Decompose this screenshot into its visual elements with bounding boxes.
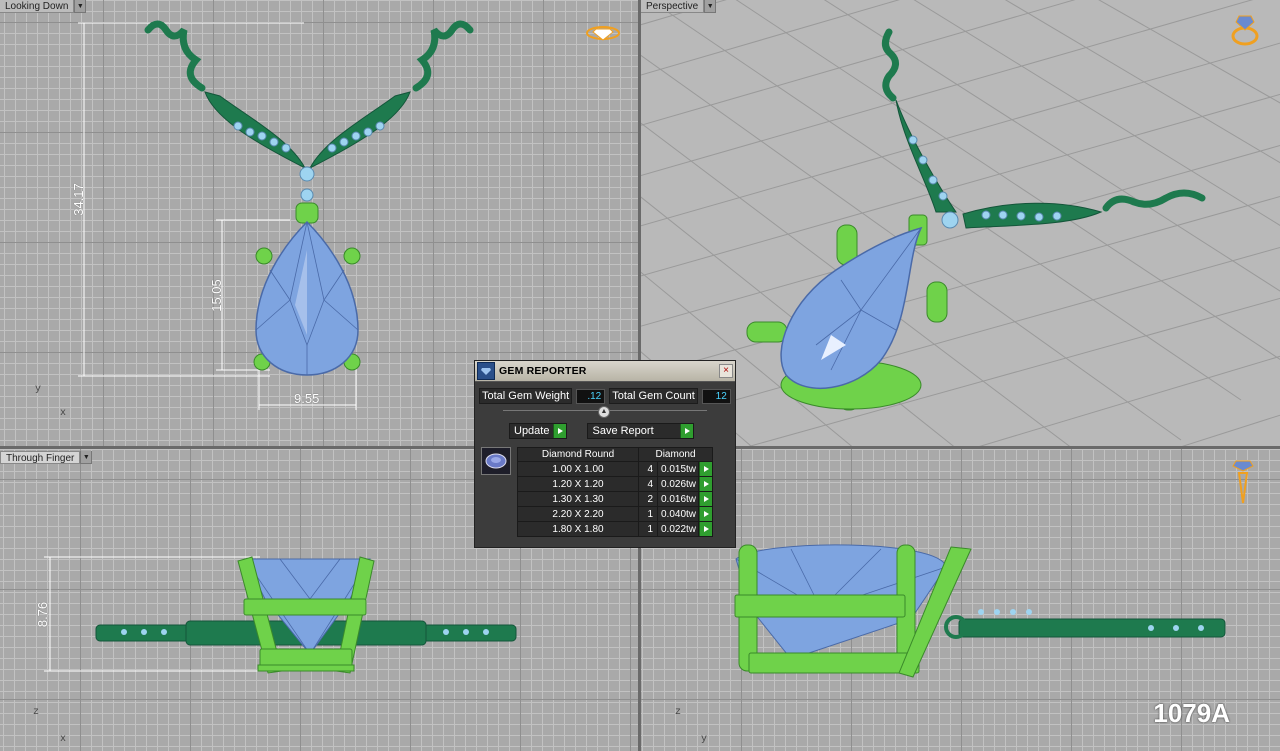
gem-count: 4 [638,476,658,492]
column-header-shape: Diamond Round [517,447,639,462]
total-gem-weight-value: .12 [576,388,606,404]
gem-weight: 0.026tw [657,476,699,492]
gem-count: 1 [638,506,658,522]
save-report-button-label: Save Report [592,425,654,437]
play-arrow-icon[interactable] [699,462,712,476]
play-arrow-icon[interactable] [699,492,712,506]
axis-label-v: z [675,707,682,718]
dimension-stone-width: 9.55 [294,391,320,406]
play-arrow-icon[interactable] [699,507,712,521]
table-row[interactable]: 1.20 X 1.20 4 0.026tw [517,476,713,492]
dimension-stone-height: 15.05 [208,279,224,312]
table-row[interactable]: 2.20 X 2.20 1 0.040tw [517,506,713,522]
gem-size: 1.80 X 1.80 [517,521,639,537]
gem-shape-thumbnail[interactable] [481,447,511,475]
axis-label-h: x [60,408,67,419]
gem-size: 1.20 X 1.20 [517,476,639,492]
axis-label-v: y [35,384,42,395]
pendant-perspective-view [746,28,1206,411]
total-gem-count-label: Total Gem Count [609,388,698,404]
gem-size: 1.30 X 1.30 [517,491,639,507]
axis-label-v: z [33,707,40,718]
total-gem-weight-label: Total Gem Weight [479,388,573,404]
gem-size: 2.20 X 2.20 [517,506,639,522]
play-arrow-icon[interactable] [553,424,567,438]
table-row[interactable]: 1.30 X 1.30 2 0.016tw [517,491,713,507]
gem-weight: 0.040tw [657,506,699,522]
play-arrow-icon[interactable] [699,522,712,536]
gem-size: 1.00 X 1.00 [517,461,639,477]
dimension-overall-height: 34.17 [70,183,86,216]
gem-reporter-title: GEM REPORTER [499,365,587,377]
update-button-label: Update [514,425,550,437]
column-header-material: Diamond [638,447,713,462]
collapse-knob-icon[interactable]: ▲ [598,406,610,418]
axis-label-h: x [60,734,67,745]
gem-reporter-titlebar[interactable]: GEM REPORTER × [475,361,735,382]
play-arrow-icon[interactable] [680,424,694,438]
gem-weight: 0.022tw [657,521,699,537]
table-row[interactable]: 1.00 X 1.00 4 0.015tw [517,461,713,477]
axis-label-h: y [701,734,708,745]
table-row[interactable]: 1.80 X 1.80 1 0.022tw [517,521,713,537]
gem-count: 1 [638,521,658,537]
gem-count: 4 [638,461,658,477]
gem-report-table: Diamond Round Diamond 1.00 X 1.00 4 0.01… [517,447,713,537]
gem-weight: 0.016tw [657,491,699,507]
design-code-label: 1079A [1153,698,1230,728]
total-gem-count-value: 12 [701,388,731,404]
update-button[interactable]: Update [509,423,568,439]
gem-reporter-logo-icon [477,362,495,380]
panel-collapse-slider[interactable]: ▲ [503,406,707,418]
dimension-side-height: 8.76 [35,601,51,628]
viewport-perspective[interactable]: Perspective ▼ [641,0,1280,446]
save-report-button[interactable]: Save Report [587,423,695,439]
close-icon[interactable]: × [719,364,733,378]
play-arrow-icon[interactable] [699,477,712,491]
gem-weight: 0.015tw [657,461,699,477]
gem-reporter-panel[interactable]: GEM REPORTER × Total Gem Weight .12 Tota… [474,360,736,548]
gem-count: 2 [638,491,658,507]
